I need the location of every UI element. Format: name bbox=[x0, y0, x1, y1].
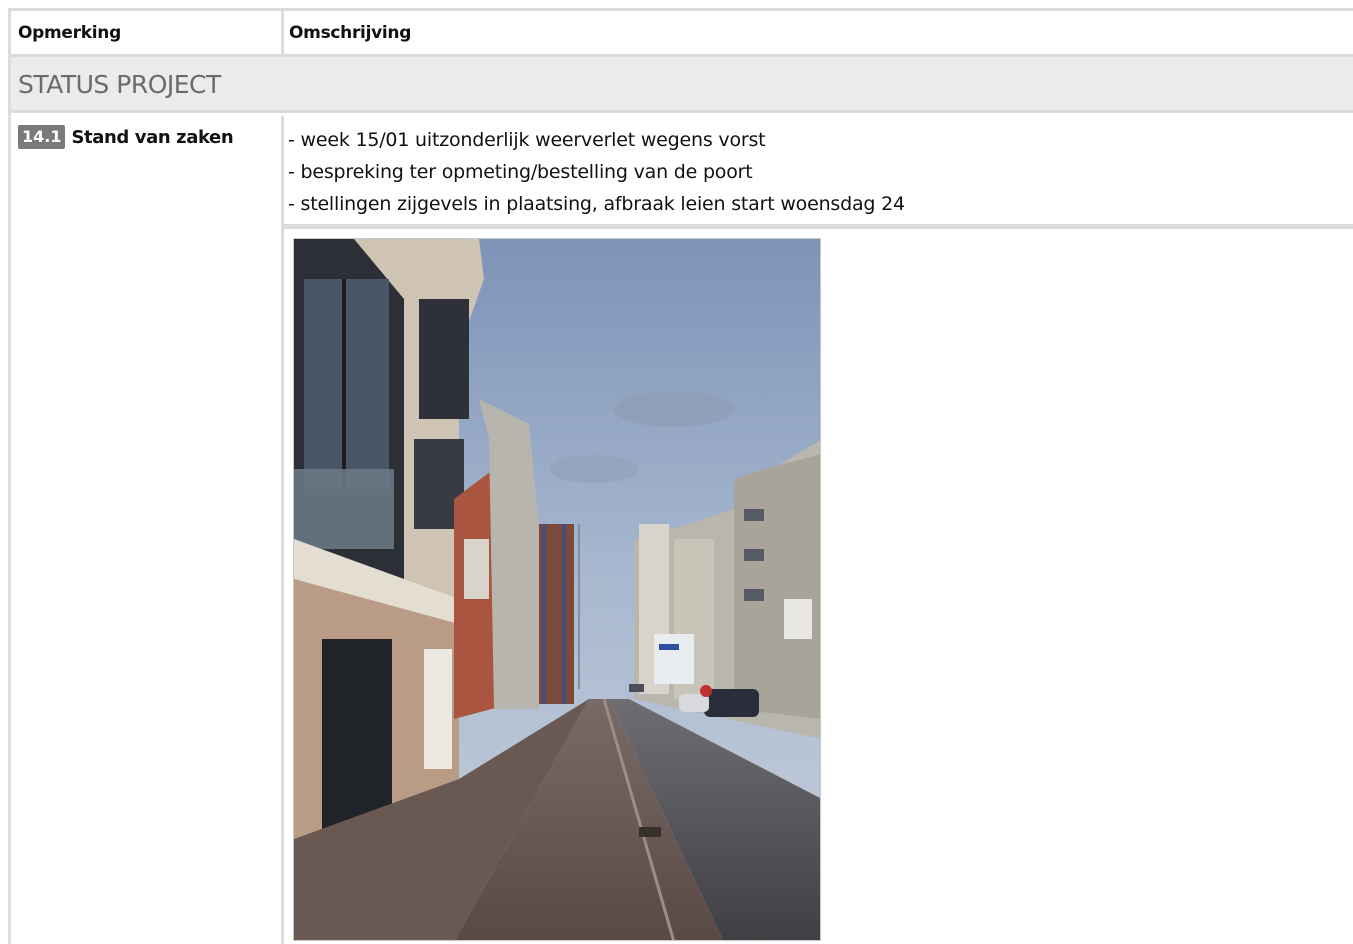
column-divider-header bbox=[281, 11, 284, 57]
item-label: 14.1 Stand van zaken bbox=[18, 125, 234, 149]
row-divider bbox=[284, 224, 1353, 229]
section-row: STATUS PROJECT bbox=[11, 57, 1353, 113]
header-opmerking: Opmerking bbox=[18, 23, 121, 43]
column-divider-body bbox=[281, 116, 284, 944]
street-photo-image bbox=[294, 239, 820, 940]
section-title: STATUS PROJECT bbox=[18, 70, 221, 99]
header-omschrijving: Omschrijving bbox=[289, 23, 412, 43]
item-description: - week 15/01 uitzonderlijk weerverlet we… bbox=[288, 124, 905, 220]
description-line: - week 15/01 uitzonderlijk weerverlet we… bbox=[288, 129, 766, 151]
description-line: - bespreking ter opmeting/bestelling van… bbox=[288, 161, 753, 183]
description-line: - stellingen zijgevels in plaatsing, afb… bbox=[288, 193, 905, 215]
street-photo[interactable] bbox=[293, 238, 821, 941]
table-header-row: Opmerking Omschrijving bbox=[11, 11, 1353, 57]
item-number-badge: 14.1 bbox=[18, 125, 66, 149]
item-title: Stand van zaken bbox=[71, 126, 234, 148]
report-sheet: Opmerking Omschrijving STATUS PROJECT 14… bbox=[0, 0, 1353, 944]
